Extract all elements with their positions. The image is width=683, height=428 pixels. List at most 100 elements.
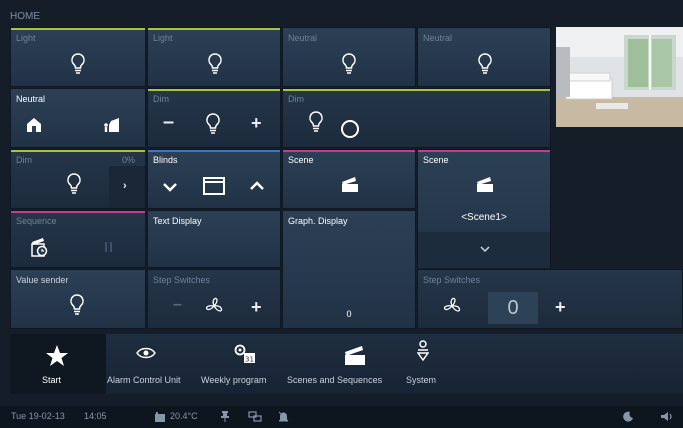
tile-label: Step Switches (153, 275, 211, 285)
status-time: 14:05 (84, 411, 107, 421)
plus-icon[interactable]: + (251, 297, 262, 318)
tile-value-sender[interactable]: Value sender (10, 269, 146, 329)
tile-label: Neutral (423, 33, 453, 43)
pin-icon[interactable] (220, 411, 230, 422)
house-icon (26, 117, 42, 133)
tile-label: Light (153, 33, 173, 43)
status-date: Tue 19-02-13 (11, 411, 65, 421)
chevron-up-icon[interactable] (250, 181, 264, 191)
tile-label: Neutral (16, 94, 46, 104)
tile-label: Dim (288, 94, 304, 104)
tile-graph-display: Graph. Display 0 (282, 210, 416, 329)
lightbulb-icon (66, 173, 82, 195)
pause-icon[interactable] (105, 242, 113, 252)
chevron-down-icon (480, 246, 490, 253)
plus-icon[interactable]: + (555, 297, 566, 318)
scene-dropdown-button[interactable] (418, 232, 550, 268)
dim-percent: 0% (121, 155, 135, 165)
expand-button[interactable]: › (109, 166, 145, 208)
chevron-right-icon: › (123, 180, 127, 192)
tile-label: Scene (288, 155, 314, 165)
tile-label: Scene (423, 155, 449, 165)
fan-icon (203, 296, 225, 316)
clapperboard-icon (341, 176, 359, 192)
minus-icon[interactable]: – (173, 296, 182, 314)
lightbulb-icon (341, 53, 357, 75)
tile-label: Graph. Display (288, 216, 348, 226)
fan-icon (441, 296, 463, 316)
tile-color-bar (283, 89, 550, 91)
minus-icon[interactable]: – (163, 111, 174, 134)
page-title: HOME (10, 11, 40, 22)
tile-color-bar (283, 150, 415, 152)
lightbulb-icon (70, 53, 86, 75)
tile-color-bar (11, 28, 145, 30)
tile-label: Dim (153, 94, 169, 104)
tile-label: Neutral (288, 33, 318, 43)
moon-icon[interactable] (623, 411, 634, 422)
lightbulb-icon (308, 111, 324, 133)
tile-label: Text Display (153, 216, 202, 226)
tile-scene-1[interactable]: Scene (282, 149, 416, 209)
plus-icon[interactable]: + (251, 113, 262, 134)
tile-dim-1[interactable]: Dim – + (147, 88, 281, 148)
tile-label: Step Switches (423, 275, 481, 285)
alarm-bell-icon[interactable] (278, 411, 289, 422)
thermometer-icon (155, 412, 165, 422)
alarm-control-unit-button[interactable]: Alarm Control Unit (107, 375, 181, 385)
tile-light-1[interactable]: Light (10, 27, 146, 87)
tile-neutral-1[interactable]: Neutral (282, 27, 416, 87)
clapperboard-icon[interactable] (344, 345, 366, 365)
clapperboard-icon (476, 176, 494, 192)
system-button[interactable]: System (406, 375, 436, 385)
tile-neutral-3[interactable]: Neutral (10, 88, 146, 148)
tile-color-bar (418, 150, 550, 152)
tile-label: Sequence (16, 216, 57, 226)
eye-icon[interactable] (136, 347, 156, 359)
tile-scene-2[interactable]: Scene <Scene1> (417, 149, 551, 268)
person-house-icon (103, 117, 123, 133)
star-icon (45, 344, 69, 367)
scene-value: <Scene1> (461, 212, 507, 223)
lightbulb-icon (477, 53, 493, 75)
network-icon[interactable] (248, 411, 262, 422)
tile-light-2[interactable]: Light (147, 27, 281, 87)
speaker-icon[interactable] (660, 411, 673, 422)
lightbulb-icon (205, 113, 221, 135)
tile-label: Value sender (16, 275, 69, 285)
tile-neutral-2[interactable]: Neutral (417, 27, 551, 87)
weekly-program-button[interactable]: Weekly program (201, 375, 266, 385)
step-value: 0 (507, 297, 519, 319)
start-label: Start (42, 375, 62, 385)
lightbulb-icon (69, 294, 85, 316)
tile-sequence[interactable]: Sequence (10, 210, 146, 268)
room-photo (556, 27, 683, 127)
tile-label: Blinds (153, 155, 178, 165)
step-value-box: 0 (488, 292, 538, 324)
chevron-down-icon[interactable] (163, 182, 177, 192)
status-temperature: 20.4°C (170, 411, 198, 421)
tile-dim-3[interactable]: Dim 0% › (10, 149, 146, 209)
tile-color-bar (148, 28, 280, 30)
tile-color-bar (148, 150, 280, 152)
tile-step-switches-2[interactable]: Step Switches 0 + (417, 269, 683, 329)
tile-dim-2[interactable]: Dim (282, 88, 551, 148)
tile-blinds[interactable]: Blinds (147, 149, 281, 209)
lightbulb-icon (207, 53, 223, 75)
tile-color-bar (11, 150, 145, 152)
tile-label: Light (16, 33, 36, 43)
tile-text-display: Text Display (147, 210, 281, 268)
blind-window-icon[interactable] (203, 177, 225, 195)
tile-label: Dim (16, 155, 32, 165)
sequence-clock-icon (31, 237, 49, 257)
tile-color-bar (148, 89, 280, 91)
gear-calendar-icon[interactable]: 31 (232, 342, 256, 364)
scenes-and-sequences-button[interactable]: Scenes and Sequences (287, 375, 382, 385)
tile-color-bar (11, 211, 145, 213)
system-icon[interactable] (417, 340, 429, 362)
dial-circle-icon[interactable] (340, 119, 360, 139)
screen: HOME Light Light Neutral Neutral Neutral… (0, 0, 683, 428)
tile-step-switches-1[interactable]: Step Switches – + (147, 269, 281, 329)
start-button[interactable]: Start (10, 334, 106, 394)
svg-text:31: 31 (245, 356, 254, 364)
